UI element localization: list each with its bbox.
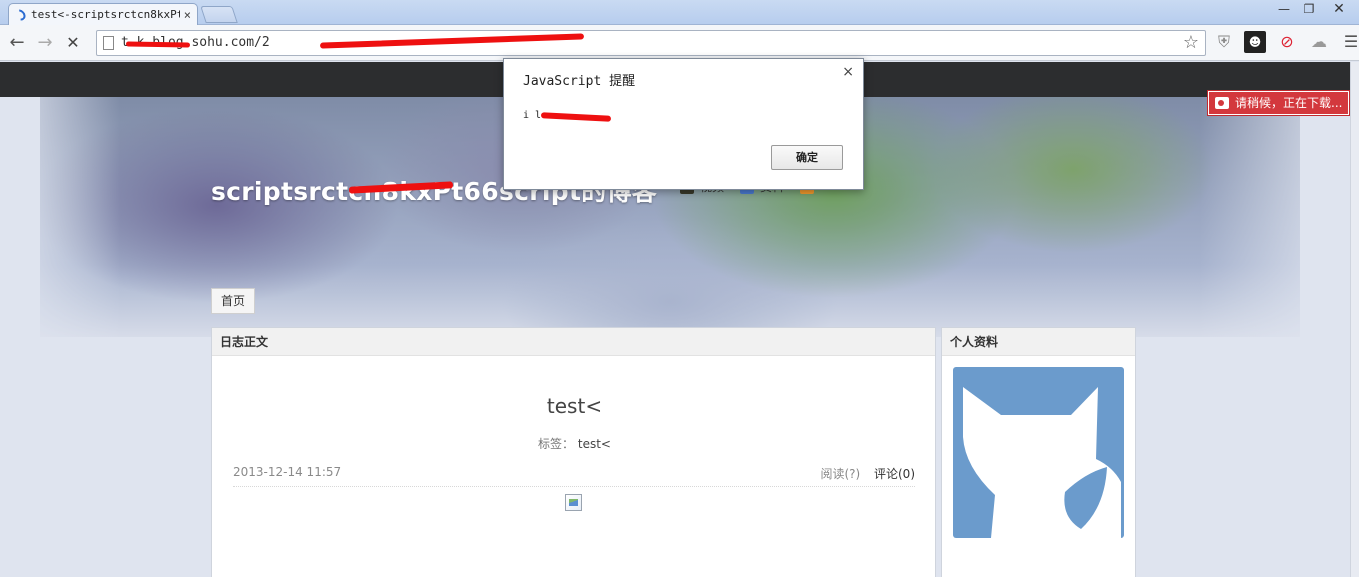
profile-panel: 个人资料	[941, 327, 1136, 577]
page-icon	[103, 36, 114, 50]
tab-strip: test<-scriptsrctcn8kxPt × — ❐ ✕	[0, 0, 1359, 25]
stop-icon[interactable]: ✕	[62, 32, 84, 54]
dialog-title: JavaScript 提醒	[523, 74, 636, 89]
post-title[interactable]: test<	[212, 394, 937, 418]
mask-icon[interactable]: ☻	[1244, 31, 1266, 53]
banner-fade-left	[0, 97, 120, 337]
banner-fade-right	[1200, 97, 1350, 337]
tags-label: 标签：	[538, 437, 575, 451]
download-icon	[1215, 97, 1229, 109]
address-bar[interactable]: t k.blog.sohu.com/2 ☆	[96, 30, 1206, 56]
tag-link[interactable]: test<	[578, 437, 611, 451]
fox-silhouette-icon	[963, 387, 1121, 538]
comment-link[interactable]: 评论(0)	[874, 467, 915, 481]
broken-image-icon	[565, 494, 582, 511]
read-count-link[interactable]: 阅读(?)	[820, 467, 860, 481]
post-tags: 标签： test<	[212, 435, 937, 452]
browser-tab[interactable]: test<-scriptsrctcn8kxPt ×	[8, 3, 198, 25]
menu-icon[interactable]: ☰	[1340, 31, 1359, 53]
main-article-panel: 日志正文 test< 标签： test< 2013-12-14 11:57 阅读…	[211, 327, 936, 577]
close-window-button[interactable]: ✕	[1322, 0, 1356, 18]
dialog-message: i l	[523, 110, 542, 121]
back-icon[interactable]: ←	[6, 32, 28, 54]
main-panel-header: 日志正文	[212, 328, 935, 356]
maximize-button[interactable]: ❐	[1297, 0, 1321, 18]
download-status-badge[interactable]: 请稍候，正在下载...	[1208, 91, 1349, 115]
page-scrollbar[interactable]	[1350, 62, 1359, 577]
new-tab-button[interactable]	[200, 6, 238, 23]
shield-icon[interactable]: ⛨	[1213, 31, 1235, 53]
dialog-ok-button[interactable]: 确定	[771, 145, 843, 170]
download-status-text: 请稍候，正在下载...	[1235, 96, 1343, 110]
avatar[interactable]	[953, 367, 1124, 538]
browser-toolbar: ← → ✕ t k.blog.sohu.com/2 ☆ ⛨ ☻ ⊘ ☁ ☰	[0, 25, 1359, 61]
post-date: 2013-12-14 11:57	[233, 465, 342, 479]
dialog-close-icon[interactable]: ×	[842, 64, 854, 80]
loading-spinner-icon	[12, 6, 28, 23]
message-redaction	[540, 112, 612, 122]
post-divider	[233, 486, 915, 487]
forward-icon[interactable]: →	[34, 32, 56, 54]
side-panel-header: 个人资料	[942, 328, 1135, 356]
javascript-alert-dialog: JavaScript 提醒 × i l 确定	[503, 58, 864, 190]
block-icon[interactable]: ⊘	[1276, 31, 1298, 53]
tab-title: test<-scriptsrctcn8kxPt	[31, 8, 180, 21]
minimize-button[interactable]: —	[1272, 0, 1296, 18]
star-icon[interactable]: ☆	[1183, 32, 1199, 53]
post-meta: 阅读(?) 评论(0)	[820, 465, 915, 482]
home-button[interactable]: 首页	[211, 288, 255, 314]
cloud-icon[interactable]: ☁	[1308, 31, 1330, 53]
tab-close-icon[interactable]: ×	[184, 8, 191, 22]
